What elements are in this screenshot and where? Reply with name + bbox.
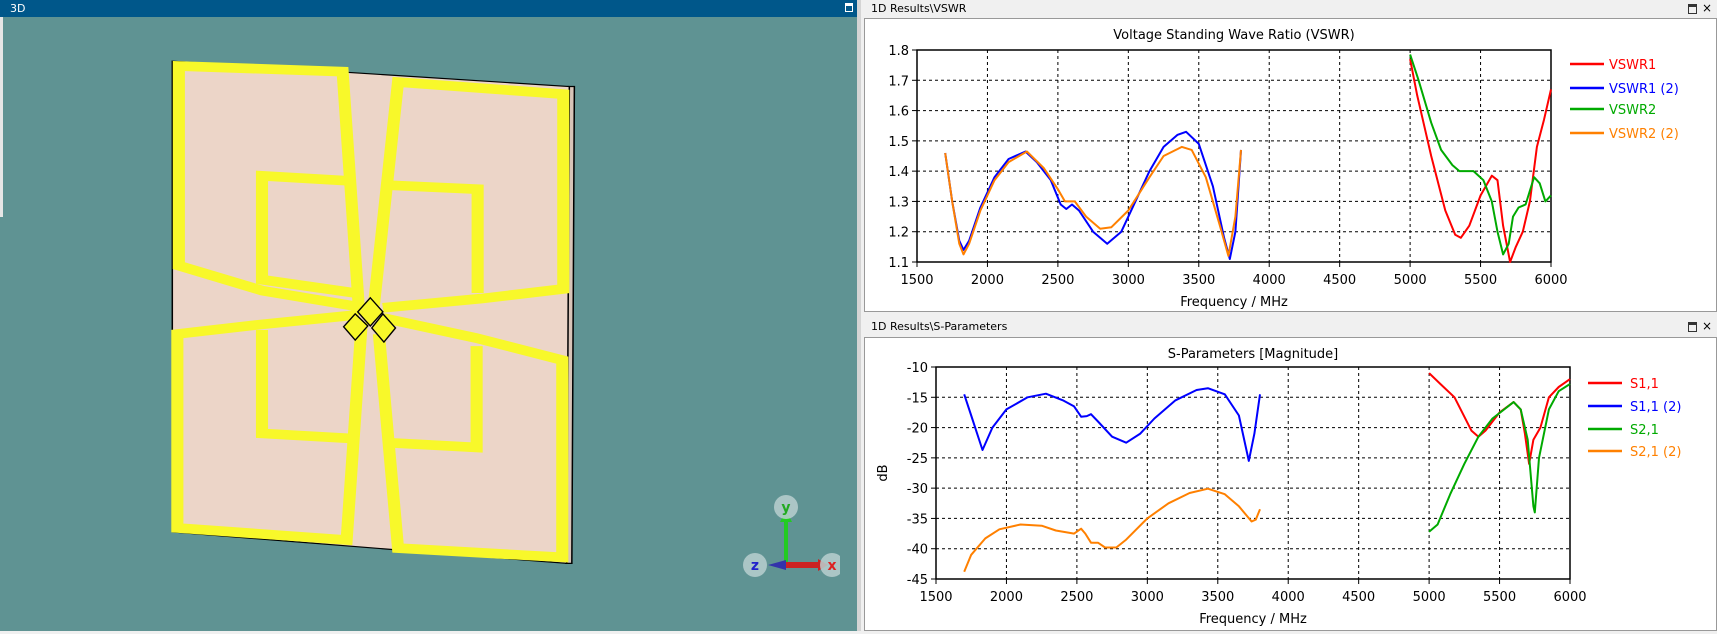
x-tick-label: 2500 bbox=[1060, 590, 1093, 605]
sparam-panel-header: 1D Results\S-Parameters × bbox=[861, 318, 1717, 335]
vswr-panel: 1D Results\VSWR × 1500 2000 2500 3000 3500 40… bbox=[861, 0, 1717, 315]
z-axis-label: z bbox=[751, 558, 759, 574]
chart-title: Voltage Standing Wave Ratio (VSWR) bbox=[1113, 28, 1354, 43]
y-tick-label: 1.2 bbox=[888, 226, 909, 241]
maximize-icon[interactable] bbox=[1688, 4, 1697, 14]
maximize-icon[interactable] bbox=[845, 3, 853, 12]
x-tick-label: 6000 bbox=[1553, 590, 1586, 605]
x-tick-label: 2500 bbox=[1041, 273, 1074, 288]
y-tick-label: -40 bbox=[907, 543, 928, 558]
x-tick-label: 2000 bbox=[990, 590, 1023, 605]
3d-view-header: 3D bbox=[0, 0, 857, 17]
antenna-model[interactable] bbox=[0, 0, 790, 631]
x-tick-label: 1500 bbox=[919, 590, 952, 605]
y-tick-label: 1.5 bbox=[888, 135, 909, 150]
x-tick-label: 5000 bbox=[1413, 590, 1446, 605]
axis-orientation-widget: y z x bbox=[743, 495, 840, 577]
y-tick-label: 1.4 bbox=[888, 165, 909, 180]
y-tick-label: -25 bbox=[907, 452, 928, 467]
x-tick-label: 2000 bbox=[971, 273, 1004, 288]
left-border bbox=[0, 17, 3, 217]
x-tick-label: 3500 bbox=[1182, 273, 1215, 288]
y-tick-label: -15 bbox=[907, 391, 928, 406]
x-axis-label: Frequency / MHz bbox=[1180, 295, 1288, 310]
y-tick-label: 1.8 bbox=[888, 44, 909, 59]
x-tick-label: 5000 bbox=[1394, 273, 1427, 288]
x-tick-label: 4500 bbox=[1323, 273, 1356, 288]
3d-view-panel[interactable]: 3D y z x bbox=[0, 0, 857, 631]
legend-label[interactable]: S2,1 (2) bbox=[1630, 445, 1681, 460]
x-tick-label: 4000 bbox=[1253, 273, 1286, 288]
y-tick-label: 1.3 bbox=[888, 195, 909, 210]
y-tick-label: 1.7 bbox=[888, 74, 909, 89]
y-axis-label: y bbox=[781, 500, 790, 516]
legend-label[interactable]: VSWR1 bbox=[1609, 58, 1656, 73]
y-tick-label: 1.6 bbox=[888, 105, 909, 120]
x-tick-label: 4000 bbox=[1272, 590, 1305, 605]
sparam-chart[interactable]: 1500 2000 2500 3000 3500 4000 4500 5000 5500 6000… bbox=[865, 338, 1716, 630]
vswr-chart[interactable]: 1500 2000 2500 3000 3500 4000 4500 5000 5500 6000… bbox=[865, 19, 1716, 311]
x-tick-label: 5500 bbox=[1483, 590, 1516, 605]
legend-label[interactable]: VSWR1 (2) bbox=[1609, 82, 1679, 97]
legend-label[interactable]: S1,1 (2) bbox=[1630, 400, 1681, 415]
sparam-panel-title: 1D Results\S-Parameters bbox=[871, 320, 1008, 333]
x-axis-label: Frequency / MHz bbox=[1199, 612, 1307, 627]
chart-title: S-Parameters [Magnitude] bbox=[1168, 347, 1339, 362]
sparam-plot-area[interactable]: 1500 2000 2500 3000 3500 4000 4500 5000 5500 6000… bbox=[864, 337, 1717, 631]
legend-label[interactable]: VSWR2 (2) bbox=[1609, 127, 1679, 142]
x-tick-label: 3000 bbox=[1131, 590, 1164, 605]
x-axis-label: x bbox=[827, 558, 836, 574]
x-tick-label: 1500 bbox=[900, 273, 933, 288]
y-tick-label: 1.1 bbox=[888, 256, 909, 271]
legend-label[interactable]: VSWR2 bbox=[1609, 103, 1656, 118]
legend-label[interactable]: S1,1 bbox=[1630, 377, 1659, 392]
close-icon[interactable]: × bbox=[1702, 0, 1712, 17]
vswr-panel-header: 1D Results\VSWR × bbox=[861, 0, 1717, 17]
series-line-vswr1-2-[interactable] bbox=[944, 130, 1242, 260]
y-tick-label: -10 bbox=[907, 361, 928, 376]
z-arrowhead-icon bbox=[768, 560, 786, 570]
close-icon[interactable]: × bbox=[1702, 318, 1712, 335]
x-tick-label: 6000 bbox=[1534, 273, 1567, 288]
vswr-plot-area[interactable]: 1500 2000 2500 3000 3500 4000 4500 5000 5500 6000… bbox=[864, 18, 1717, 312]
plot-frame bbox=[935, 366, 1571, 580]
x-tick-label: 4500 bbox=[1342, 590, 1375, 605]
plot-frame bbox=[916, 49, 1552, 263]
legend-label[interactable]: S2,1 bbox=[1630, 423, 1659, 438]
y-tick-label: -45 bbox=[907, 573, 928, 588]
maximize-icon[interactable] bbox=[1688, 322, 1697, 332]
series-line-s1-1-2-[interactable] bbox=[963, 387, 1261, 462]
x-tick-label: 3500 bbox=[1201, 590, 1234, 605]
y-tick-label: -35 bbox=[907, 512, 928, 527]
y-tick-label: -20 bbox=[907, 422, 928, 437]
x-tick-label: 3000 bbox=[1112, 273, 1145, 288]
series-line-s2-1-2-[interactable] bbox=[963, 487, 1261, 573]
x-tick-label: 5500 bbox=[1464, 273, 1497, 288]
y-axis-label: dB bbox=[876, 464, 891, 481]
vswr-panel-title: 1D Results\VSWR bbox=[871, 2, 967, 15]
sparam-panel: 1D Results\S-Parameters × 1500 2000 2500 30… bbox=[861, 316, 1717, 631]
3d-view-title: 3D bbox=[10, 2, 26, 15]
y-tick-label: -30 bbox=[907, 482, 928, 497]
